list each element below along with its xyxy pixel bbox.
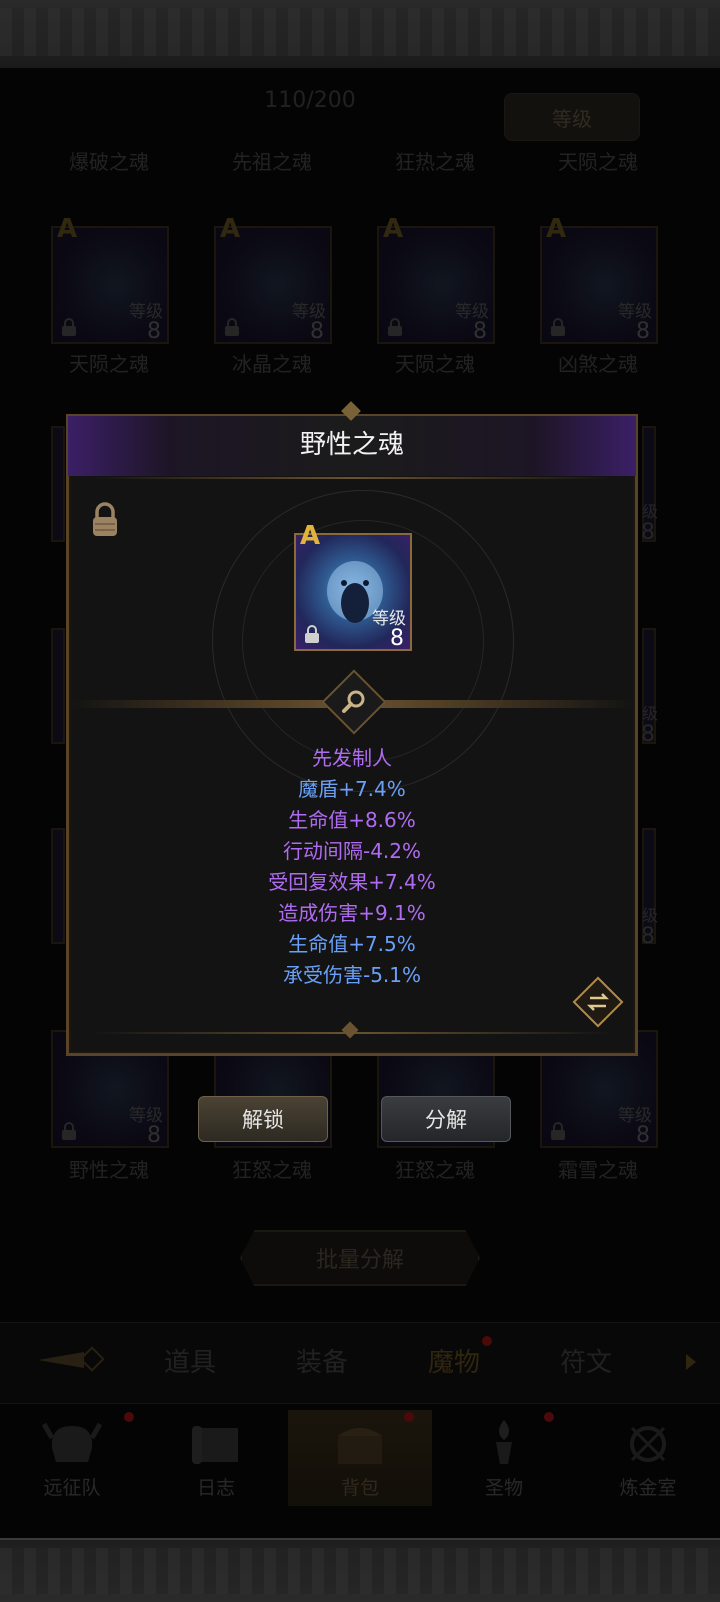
chest-icon: [338, 1428, 382, 1464]
level-value: 8: [641, 924, 655, 949]
notification-badge: [482, 1336, 492, 1346]
level-value: 8: [473, 319, 487, 344]
stat-line: 承受伤害-5.1%: [282, 963, 422, 987]
item-name: 天陨之魂: [395, 352, 475, 376]
rank-badge: A: [57, 214, 78, 244]
hidden-card-edge: [51, 828, 65, 944]
nav-label: 远征队: [43, 1477, 101, 1499]
soul-card-selected: A 等级 8: [294, 521, 412, 651]
item-name: 霜雪之魂: [558, 1158, 638, 1182]
nav-label: 背包: [340, 1477, 379, 1499]
lock-icon: [551, 1122, 565, 1140]
stat-line: 生命值+7.5%: [288, 932, 416, 956]
decompose-button[interactable]: 分解: [381, 1096, 511, 1142]
lock-icon: [388, 318, 402, 336]
bottom-ornament-frame: [0, 1538, 720, 1602]
helmet-icon: [42, 1422, 102, 1462]
stat-line: 生命值+8.6%: [288, 808, 416, 832]
level-value: 8: [641, 722, 655, 747]
rank-badge: A: [383, 214, 404, 244]
level-value: 8: [636, 319, 650, 344]
level-value: 8: [641, 520, 655, 545]
chevron-right-icon[interactable]: [684, 1352, 698, 1372]
swap-arrows-icon: [586, 993, 610, 1011]
lock-toggle-icon[interactable]: [90, 502, 120, 538]
stat-line: 受回复效果+7.4%: [268, 870, 436, 894]
level-value: 8: [147, 1123, 161, 1148]
soul-card[interactable]: A 等级 8: [51, 214, 169, 344]
soul-card[interactable]: A 等级 8: [540, 214, 658, 344]
level-label: 级: [642, 502, 659, 521]
lock-icon: [225, 318, 239, 336]
lock-icon: [305, 625, 319, 643]
nav-alchemy[interactable]: 炼金室: [576, 1410, 720, 1506]
nav-label: 炼金室: [619, 1477, 677, 1499]
inventory-count: 110/200: [264, 88, 356, 113]
divider: [90, 477, 614, 479]
tab-equipment[interactable]: 装备: [296, 1342, 348, 1379]
item-name: 狂热之魂: [395, 150, 475, 174]
nav-expedition[interactable]: 远征队: [0, 1410, 144, 1506]
top-ornament-frame: [0, 0, 720, 68]
item-name: 天陨之魂: [69, 352, 149, 376]
lock-icon: [551, 318, 565, 336]
hidden-card-edge: [51, 628, 65, 744]
hidden-card-edge: [51, 426, 65, 542]
tab-monsters[interactable]: 魔物: [428, 1342, 480, 1379]
item-name: 野性之魂: [69, 1158, 149, 1182]
rank-badge: A: [300, 521, 321, 551]
nav-label: 圣物: [484, 1477, 523, 1499]
soul-card[interactable]: A 等级 8: [214, 214, 332, 344]
level-label: 级: [642, 906, 659, 925]
stat-line: 先发制人: [312, 746, 392, 770]
item-name: 天陨之魂: [558, 150, 638, 174]
level-value: 8: [147, 319, 161, 344]
lock-icon: [62, 1122, 76, 1140]
stat-line: 魔盾+7.4%: [298, 777, 406, 801]
notification-badge: [404, 1412, 414, 1422]
notification-badge: [124, 1412, 134, 1422]
dialog-title: 野性之魂: [299, 430, 404, 460]
item-name: 凶煞之魂: [558, 352, 638, 376]
nav-relics[interactable]: 圣物: [432, 1410, 576, 1506]
tab-runes[interactable]: 符文: [560, 1342, 612, 1379]
lock-icon: [62, 318, 76, 336]
item-name: 先祖之魂: [232, 150, 312, 174]
magnifier-icon: [342, 690, 365, 713]
item-name: 爆破之魂: [69, 150, 149, 174]
rank-badge: A: [546, 214, 567, 244]
unlock-button[interactable]: 解锁: [198, 1096, 328, 1142]
nav-log[interactable]: 日志: [144, 1410, 288, 1506]
level-value: 8: [636, 1123, 650, 1148]
torch-icon: [496, 1420, 512, 1464]
level-label: 级: [642, 704, 659, 723]
tab-items[interactable]: 道具: [164, 1342, 216, 1379]
back-arrow-icon[interactable]: [36, 1342, 104, 1378]
item-name: 狂怒之魂: [395, 1158, 475, 1182]
alchemy-icon: [630, 1426, 666, 1462]
rank-badge: A: [220, 214, 241, 244]
sort-by-level-button[interactable]: 等级: [504, 93, 640, 141]
item-name: 冰晶之魂: [232, 352, 312, 376]
stat-line: 造成伤害+9.1%: [278, 901, 426, 925]
nav-label: 日志: [196, 1477, 235, 1499]
scroll-icon: [192, 1426, 238, 1464]
batch-decompose-button[interactable]: 批量分解: [240, 1230, 480, 1286]
item-name: 狂怒之魂: [232, 1158, 312, 1182]
nav-backpack[interactable]: 背包: [288, 1410, 432, 1506]
level-value: 8: [390, 626, 404, 651]
level-value: 8: [310, 319, 324, 344]
soul-card[interactable]: A 等级 8: [377, 214, 495, 344]
stat-line: 行动间隔-4.2%: [282, 839, 422, 863]
